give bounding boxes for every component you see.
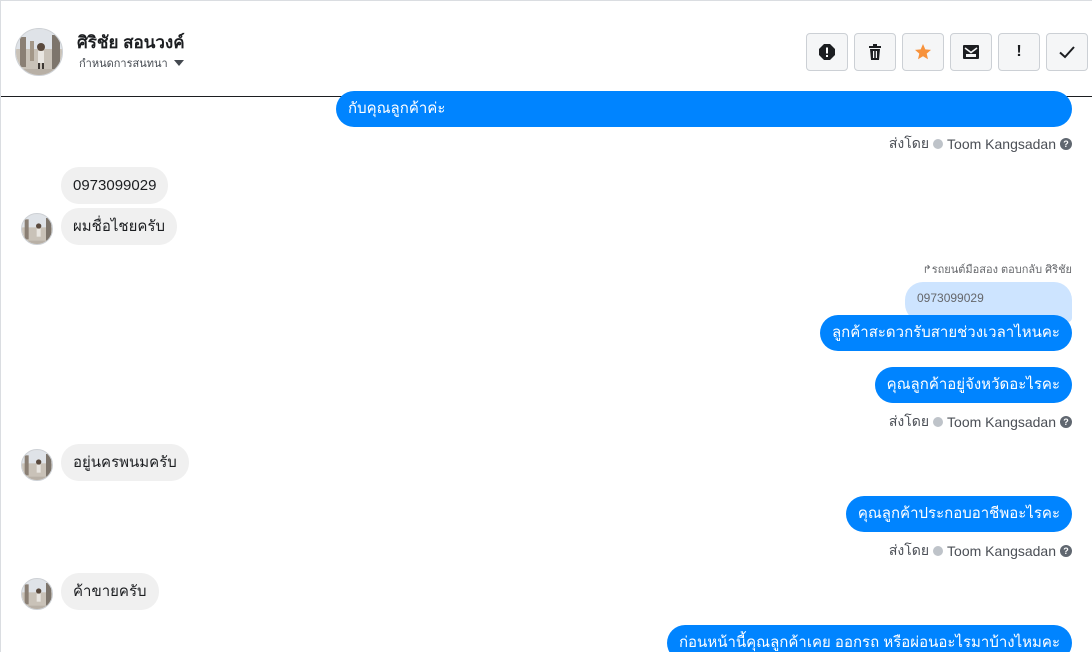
outgoing-message: กับคุณลูกค้าค่ะ (336, 91, 1072, 127)
outgoing-message: คุณลูกค้าอยู่จังหวัดอะไรคะ (874, 367, 1072, 403)
mark-spam-button[interactable] (806, 33, 848, 71)
contact-avatar-small[interactable] (21, 578, 53, 610)
contact-avatar-small[interactable] (21, 213, 53, 245)
outgoing-message: ลูกค้าสะดวกรับสายช่วงเวลาไหนคะ (819, 315, 1072, 351)
avatar-photo-icon (22, 579, 52, 609)
outgoing-message: คุณลูกค้าประกอบอาชีพอะไรคะ (845, 496, 1072, 532)
contact-avatar[interactable] (15, 28, 63, 76)
assign-conversation-dropdown[interactable]: กำหนดการสนทนา (79, 54, 184, 72)
verified-icon (933, 546, 944, 556)
avatar-photo-icon (22, 450, 52, 480)
message-text: อยู่นครพนมครับ (73, 454, 177, 471)
message-text: ก่อนหน้านี้คุณลูกค้าเคย ออกรถ หรือผ่อนอะ… (678, 634, 1060, 651)
contact-avatar-small[interactable] (21, 449, 53, 481)
delete-button[interactable] (854, 33, 896, 71)
conversation-header: ศิริชัย สอนวงค์ กำหนดการสนทนา ! (1, 7, 1092, 97)
quoted-text: 0973099029 (917, 291, 984, 305)
mark-unread-button[interactable] (950, 33, 992, 71)
outgoing-message: ก่อนหน้านี้คุณลูกค้าเคย ออกรถ หรือผ่อนอะ… (666, 625, 1072, 652)
mark-unread-icon (963, 45, 979, 59)
agent-name[interactable]: Toom Kangsadan (947, 543, 1056, 559)
sent-by-label: ส่งโดย (888, 542, 930, 558)
caret-down-icon (173, 60, 184, 66)
sent-by-label: ส่งโดย (888, 413, 930, 429)
messenger-inbox: ศิริชัย สอนวงค์ กำหนดการสนทนา ! กับคุณลู… (0, 0, 1092, 652)
incoming-message: ผมชื่อไชยครับ (61, 208, 177, 245)
spam-icon (819, 44, 835, 60)
agent-name[interactable]: Toom Kangsadan (947, 414, 1056, 430)
sent-by-label: ส่งโดย (888, 135, 930, 151)
message-text: คุณลูกค้าอยู่จังหวัดอะไรคะ (886, 376, 1060, 393)
verified-icon (933, 139, 944, 149)
help-icon[interactable]: ? (1060, 416, 1072, 428)
help-icon[interactable]: ? (1060, 545, 1072, 557)
agent-name[interactable]: Toom Kangsadan (947, 136, 1056, 152)
avatar-photo-icon (16, 29, 62, 75)
trash-icon (869, 44, 881, 60)
avatar-photo-icon (22, 214, 52, 244)
help-icon[interactable]: ? (1060, 138, 1072, 150)
message-thread[interactable]: กับคุณลูกค้าค่ะ ส่งโดย Toom Kangsadan ? … (1, 91, 1092, 652)
incoming-message: ค้าขายครับ (61, 573, 159, 610)
sent-by-line: ส่งโดย Toom Kangsadan ? (889, 411, 1072, 433)
sent-by-line: ส่งโดย Toom Kangsadan ? (889, 540, 1072, 562)
sent-by-line: ส่งโดย Toom Kangsadan ? (889, 133, 1072, 155)
important-icon: ! (1016, 43, 1022, 60)
mark-done-button[interactable] (1046, 33, 1088, 71)
message-text: ผมชื่อไชยครับ (73, 218, 165, 235)
message-text: กับคุณลูกค้าค่ะ (348, 100, 446, 117)
reply-context-note: ↱รถยนต์มือสอง ตอบกลับ ศิริชัย (922, 264, 1072, 276)
incoming-message: อยู่นครพนมครับ (61, 444, 189, 481)
star-icon (915, 44, 931, 60)
star-button[interactable] (902, 33, 944, 71)
incoming-message: 0973099029 (61, 167, 169, 204)
verified-icon (933, 417, 944, 427)
check-icon (1059, 46, 1075, 59)
message-text: ค้าขายครับ (73, 583, 147, 600)
contact-name: ศิริชัย สอนวงค์ (77, 33, 185, 52)
conversation-toolbar: ! (806, 33, 1088, 71)
message-text: คุณลูกค้าประกอบอาชีพอะไรคะ (857, 505, 1060, 522)
message-text: 0973099029 (73, 177, 157, 194)
mark-important-button[interactable]: ! (998, 33, 1040, 71)
assign-conversation-label: กำหนดการสนทนา (79, 58, 168, 70)
message-text: ลูกค้าสะดวกรับสายช่วงเวลาไหนคะ (831, 324, 1060, 341)
